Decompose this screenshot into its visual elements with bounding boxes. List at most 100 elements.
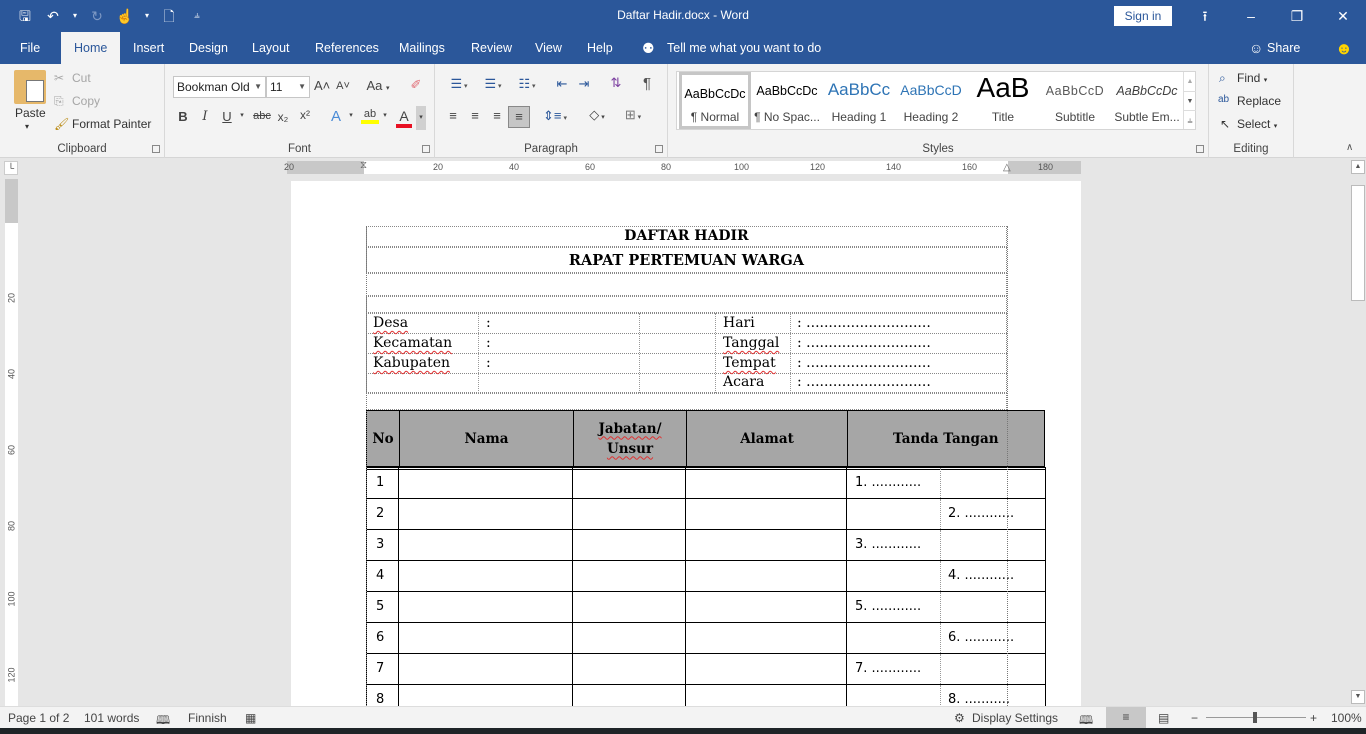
paragraph-launcher-icon[interactable] [655, 145, 663, 153]
zoom-slider-thumb[interactable] [1253, 712, 1257, 723]
numbering-icon[interactable]: ☰ ▾ [479, 76, 507, 92]
change-case-button[interactable]: Aa ▾ [364, 78, 392, 93]
select-button[interactable]: Select ▾ [1237, 117, 1277, 131]
doc-title[interactable]: DAFTAR HADIR [366, 226, 1007, 247]
style-subtitle[interactable]: AaBbCcD Subtitle [1039, 72, 1111, 129]
collapse-ribbon-icon[interactable]: ∧ [1346, 142, 1353, 153]
multilevel-list-icon[interactable]: ☷ ▾ [513, 76, 541, 92]
header-jabatan[interactable]: Jabatan/ Unsur [574, 411, 687, 466]
subscript-icon[interactable]: x₂ [275, 110, 291, 124]
horizontal-ruler[interactable]: 20 20 40 60 80 100 120 140 160 180 ⧖ △ [284, 160, 1081, 174]
cell-alamat[interactable] [686, 561, 847, 591]
scroll-up-icon[interactable]: ▲ [1351, 160, 1365, 174]
kabupaten-colon[interactable]: : [486, 355, 491, 371]
replace-button[interactable]: Replace [1237, 94, 1281, 108]
strikethrough-icon[interactable]: abc [252, 110, 272, 122]
desa-colon[interactable]: : [486, 315, 491, 331]
cell-no[interactable]: 1 [366, 468, 399, 498]
styles-down-icon[interactable]: ▼ [1184, 91, 1196, 110]
cell-alamat[interactable] [686, 654, 847, 684]
font-launcher-icon[interactable] [422, 145, 430, 153]
empty-row[interactable] [366, 393, 1007, 410]
align-center-icon[interactable]: ≡ [467, 108, 483, 123]
cell-jabatan[interactable] [573, 468, 686, 498]
cell-nama[interactable] [399, 468, 573, 498]
empty-row[interactable] [366, 296, 1007, 313]
style-no-spacing[interactable]: AaBbCcDc ¶ No Spac... [751, 72, 823, 129]
decrease-indent-icon[interactable]: ⇤ [553, 76, 571, 92]
cell-tanda-tangan[interactable]: 3. ............ [847, 530, 1045, 560]
style-subtle-emphasis[interactable]: AaBbCcDc Subtle Em... [1111, 72, 1183, 129]
clear-formatting-icon[interactable]: ✐ [408, 77, 424, 93]
underline-dropdown-icon[interactable]: ▾ [237, 111, 247, 119]
cell-tanda-tangan[interactable]: 2. ............ [847, 499, 1045, 529]
hari-value[interactable]: : ............................ [797, 315, 931, 331]
text-effects-icon[interactable]: A [328, 108, 344, 125]
font-name-combo[interactable]: Bookman Old ▼ [173, 76, 266, 98]
tab-insert[interactable]: Insert [131, 32, 166, 64]
doc-subtitle[interactable]: RAPAT PERTEMUAN WARGA [366, 247, 1007, 273]
cell-tanda-tangan[interactable]: 4. ............ [847, 561, 1045, 591]
cell-alamat[interactable] [686, 592, 847, 622]
language[interactable]: Finnish [188, 711, 227, 725]
justify-icon[interactable]: ≡ [508, 106, 530, 128]
style-title[interactable]: AaB Title [967, 72, 1039, 129]
highlight-dropdown-icon[interactable]: ▾ [381, 111, 389, 119]
zoom-out-button[interactable]: − [1191, 711, 1198, 725]
font-color-icon[interactable]: A [396, 108, 412, 128]
scroll-thumb[interactable] [1351, 185, 1365, 301]
vertical-ruler[interactable]: 20 40 60 80 100 120 [5, 179, 18, 706]
style-heading-1[interactable]: AaBbCc Heading 1 [823, 72, 895, 129]
cell-nama[interactable] [399, 623, 573, 653]
cell-jabatan[interactable] [573, 592, 686, 622]
paste-dropdown-icon[interactable]: ▾ [25, 122, 29, 131]
bullets-icon[interactable]: ☰ ▾ [445, 76, 473, 92]
zoom-in-button[interactable]: + [1310, 711, 1317, 725]
right-indent-marker[interactable]: △ [1003, 162, 1011, 173]
tab-design[interactable]: Design [187, 32, 230, 64]
smiley-feedback-icon[interactable]: ☻ [1333, 32, 1355, 64]
underline-icon[interactable]: U [220, 109, 234, 124]
header-nama[interactable]: Nama [400, 411, 574, 466]
align-right-icon[interactable]: ≡ [489, 108, 505, 123]
cell-no[interactable]: 6 [366, 623, 399, 653]
sign-in-button[interactable]: Sign in [1114, 6, 1172, 26]
display-settings-button[interactable]: Display Settings [972, 711, 1058, 725]
kecamatan-colon[interactable]: : [486, 335, 491, 351]
page-count[interactable]: Page 1 of 2 [8, 711, 69, 725]
cell-nama[interactable] [399, 592, 573, 622]
clipboard-launcher-icon[interactable] [152, 145, 160, 153]
print-layout-icon[interactable]: ≡ [1106, 707, 1146, 728]
web-layout-icon[interactable]: ▤ [1158, 711, 1169, 725]
superscript-icon[interactable]: x² [297, 108, 313, 122]
cell-jabatan[interactable] [573, 530, 686, 560]
cell-tanda-tangan[interactable]: 7. ............ [847, 654, 1045, 684]
align-left-icon[interactable]: ≡ [445, 108, 461, 123]
header-no[interactable]: No [367, 411, 400, 466]
font-size-combo[interactable]: 11 ▼ [266, 76, 310, 98]
cell-no[interactable]: 2 [366, 499, 399, 529]
cell-jabatan[interactable] [573, 499, 686, 529]
tab-file[interactable]: File [18, 32, 42, 64]
tab-references[interactable]: References [313, 32, 381, 64]
format-painter-button[interactable]: Format Painter [72, 117, 151, 131]
sort-icon[interactable]: ⇅ [607, 75, 625, 91]
tab-layout[interactable]: Layout [250, 32, 292, 64]
ribbon-display-options-icon[interactable]: ⭱ [1190, 4, 1220, 28]
shading-icon[interactable]: ◇ ▾ [583, 107, 611, 123]
cell-jabatan[interactable] [573, 561, 686, 591]
scroll-down-icon[interactable]: ▼ [1351, 690, 1365, 704]
tab-help[interactable]: Help [585, 32, 615, 64]
cell-no[interactable]: 4 [366, 561, 399, 591]
tab-view[interactable]: View [533, 32, 564, 64]
vertical-scrollbar[interactable]: ▲ ▼ [1349, 158, 1366, 706]
cell-jabatan[interactable] [573, 623, 686, 653]
paste-button[interactable]: Paste [15, 106, 46, 120]
cell-nama[interactable] [399, 561, 573, 591]
cell-tanda-tangan[interactable]: 6. ............ [847, 623, 1045, 653]
zoom-level[interactable]: 100% [1331, 711, 1362, 725]
copy-button[interactable]: Copy [72, 94, 100, 108]
grow-font-icon[interactable]: A˄ [314, 78, 330, 93]
line-spacing-icon[interactable]: ⇕≡ ▾ [541, 108, 569, 124]
tab-selector[interactable]: └ [4, 161, 18, 175]
